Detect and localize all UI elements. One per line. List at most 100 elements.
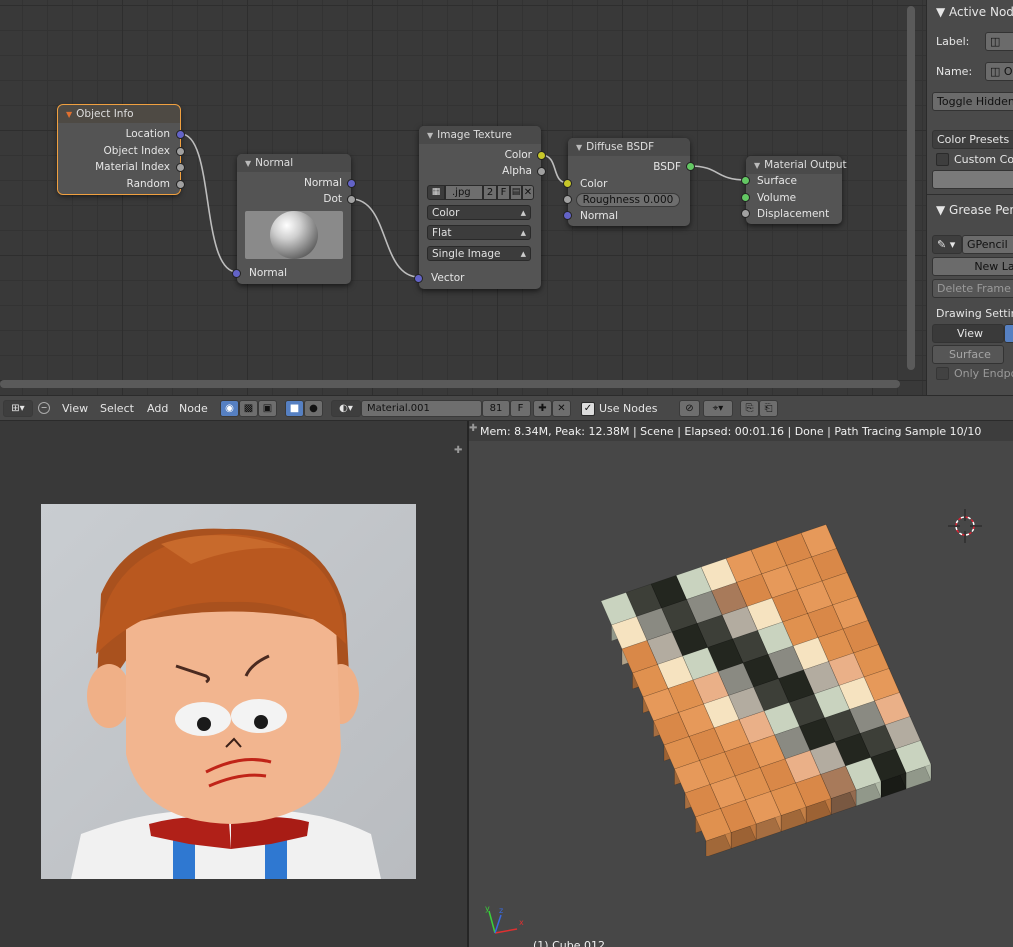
collapse-menu-icon[interactable]: − [38,402,50,414]
menu-add[interactable]: Add [147,402,168,415]
socket-surface[interactable] [741,176,750,185]
menu-select[interactable]: Select [100,402,134,415]
label-field[interactable]: ◫ [985,32,1013,51]
custom-color-checkbox[interactable] [936,153,949,166]
socket-color-in[interactable] [563,179,572,188]
socket-random[interactable] [176,180,185,189]
divider [927,194,1013,195]
socket-roughness-in[interactable] [563,195,572,204]
only-endpoints-label: Only Endpoi [954,367,1013,380]
delete-frame-button[interactable]: Delete Frame [932,279,1013,298]
color-presets-dropdown[interactable]: Color Presets [932,130,1013,149]
color-space-dropdown[interactable]: Color ▲ [427,205,531,220]
input-displacement: Displacement [757,208,830,220]
roughness-value: Roughness 0.000 [582,194,674,206]
socket-location[interactable] [176,130,185,139]
diffuse-bsdf-node[interactable]: ▼ Diffuse BSDF BSDF Color Roughness 0.000… [563,138,695,226]
new-layer-button[interactable]: New La [932,257,1013,276]
fake-user-button[interactable]: F [497,185,510,200]
properties-panel: ▼ Active Node Label: ◫ Name: ◫ O Toggle … [926,0,1013,395]
socket-color-out[interactable] [537,151,546,160]
socket-volume[interactable] [741,193,750,202]
normal-sphere-widget[interactable] [245,211,343,259]
shader-nodes-icon[interactable]: ◉ [220,400,239,417]
custom-color-label: Custom Colo [954,153,1013,166]
input-vector: Vector [431,272,465,284]
image-name-field[interactable]: .jpg [445,185,483,200]
socket-alpha-out[interactable] [537,167,546,176]
vertical-scrollbar[interactable] [907,6,915,370]
world-shader-icon[interactable]: ● [304,400,323,417]
close-icon[interactable]: ✕ [522,185,534,200]
texture-nodes-icon[interactable]: ▩ [239,400,258,417]
collapse-icon[interactable]: ▼ [576,143,582,152]
add-region-icon[interactable]: ✚ [454,445,464,456]
material-browse-icon[interactable]: ◐▾ [331,400,361,417]
collapse-icon[interactable]: ▼ [245,159,251,168]
fake-user-button[interactable]: F [510,400,531,417]
object-info-node[interactable]: ▼ Object Info Location Object Index Mater… [57,104,185,195]
editor-type-menu[interactable]: ⊞▾ [3,400,33,417]
open-folder-icon[interactable]: ▤ [510,185,522,200]
collapse-icon[interactable]: ▼ [66,110,72,119]
image-editor[interactable]: ✚ [0,421,467,947]
svg-text:z: z [499,906,503,915]
source-dropdown[interactable]: Single Image ▲ [427,246,531,261]
collapse-icon[interactable]: ▼ [427,131,433,140]
grease-pencil-header[interactable]: ▼ Grease Pen [936,203,1013,217]
material-output-node[interactable]: ▼ Material Output Surface Volume Displace… [741,156,847,224]
material-name-field[interactable]: Material.001 [361,400,482,417]
object-shader-icon[interactable]: ■ [285,400,304,417]
horizontal-scrollbar[interactable] [0,380,900,388]
use-nodes-checkbox[interactable]: ✓ [581,402,595,416]
input-surface: Surface [757,175,798,187]
socket-normal-in[interactable] [232,269,241,278]
interpolation-dropdown[interactable]: Flat ▲ [427,225,531,240]
socket-object-index[interactable] [176,147,185,156]
custom-color-swatch[interactable] [932,170,1013,189]
3d-cursor-icon[interactable] [948,509,982,543]
socket-vector-in[interactable] [414,274,423,283]
material-users[interactable]: 81 [482,400,510,417]
node-editor[interactable]: ▼ Object Info Location Object Index Mater… [0,0,926,395]
updown-arrow-icon: ▲ [520,209,526,217]
roughness-field[interactable]: Roughness 0.000 [576,193,680,207]
socket-bsdf-out[interactable] [686,162,695,171]
socket-material-index[interactable] [176,163,185,172]
image-users[interactable]: 2 [483,185,497,200]
view-tab[interactable]: View [932,324,1004,343]
image-browse-icon[interactable]: ▦ [427,185,445,200]
snap-element-icon[interactable]: ⌖▾ [703,400,733,417]
3d-viewport[interactable]: ✚ Mem: 8.34M, Peak: 12.38M | Scene | Ela… [469,421,1013,947]
gpencil-name-field[interactable]: GPencil [962,235,1013,254]
unlink-material-icon[interactable]: ✕ [552,400,571,417]
surface-tab[interactable]: Surface [932,345,1004,364]
name-field[interactable]: ◫ O [985,62,1013,81]
dropdown-value: Single Image [432,248,501,260]
paste-nodes-icon[interactable]: ⎗ [759,400,778,417]
output-random: Random [126,178,170,190]
active-node-header[interactable]: ▼ Active Node [936,5,1013,19]
toggle-hidden-button[interactable]: Toggle Hidden N [932,92,1013,111]
node-icon: ◫ [990,65,1004,78]
backdrop-icon[interactable]: ⊘ [679,400,700,417]
add-material-icon[interactable]: ✚ [533,400,552,417]
menu-node[interactable]: Node [179,402,208,415]
image-selector[interactable]: ▦ .jpg 2 F ▤ ✕ [427,185,534,200]
view-tab-active[interactable] [1004,324,1013,343]
socket-displacement[interactable] [741,209,750,218]
socket-dot[interactable] [347,195,356,204]
compositing-nodes-icon[interactable]: ▣ [258,400,277,417]
image-texture-node[interactable]: ▼ Image Texture Color Alpha ▦ .jpg 2 F ▤ … [414,126,546,289]
collapse-icon[interactable]: ▼ [754,161,760,170]
copy-nodes-icon[interactable]: ⎘ [740,400,759,417]
socket-normal-in[interactable] [563,211,572,220]
label-label: Label: [936,35,970,48]
drawing-settings-label: Drawing Setting [936,307,1013,320]
pencil-icon[interactable]: ✎ ▾ [932,235,962,254]
only-endpoints-checkbox[interactable] [936,367,949,380]
menu-view[interactable]: View [62,402,88,415]
output-location: Location [125,128,170,140]
socket-normal-out[interactable] [347,179,356,188]
normal-node[interactable]: ▼ Normal Normal Dot Normal [232,154,356,284]
